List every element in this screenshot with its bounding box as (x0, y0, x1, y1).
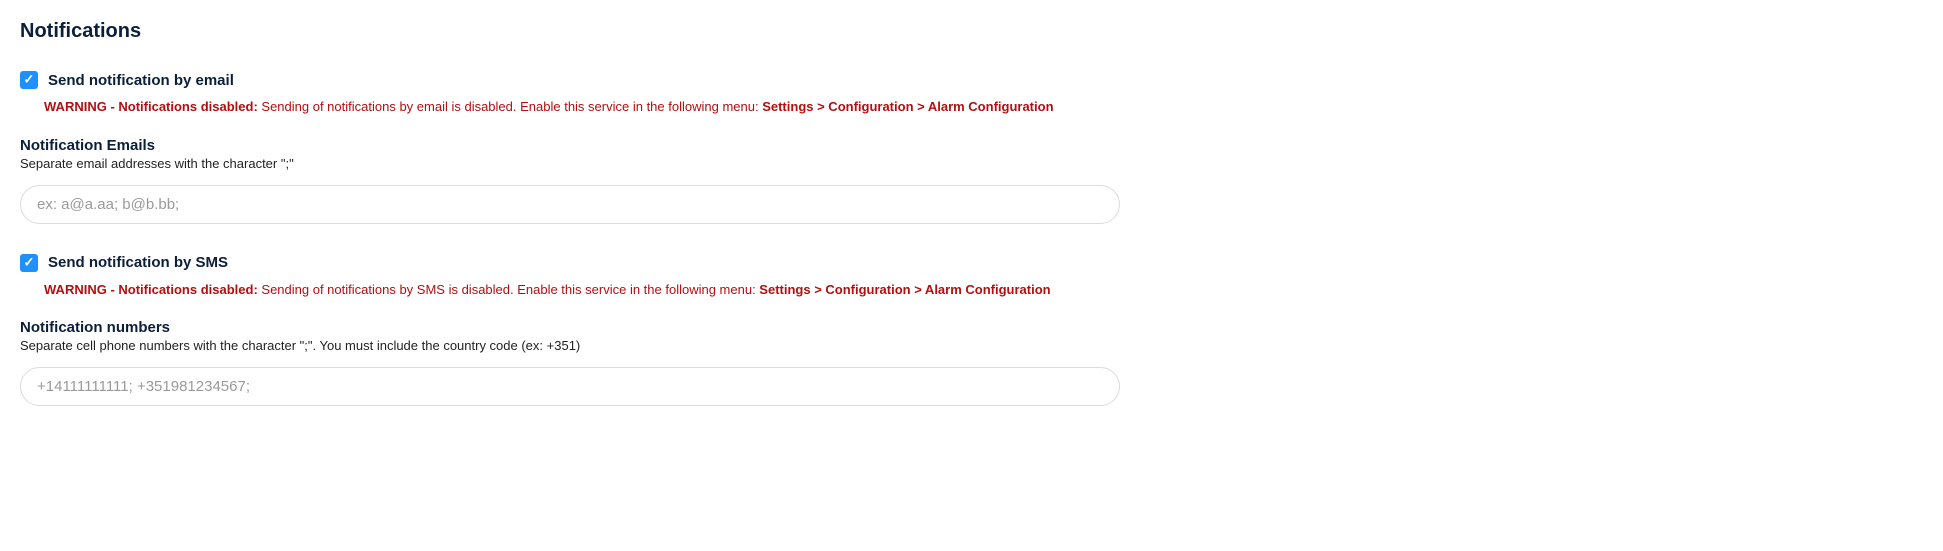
notification-emails-input[interactable] (20, 185, 1120, 224)
page-title: Notifications (20, 20, 1120, 43)
sms-checkbox-row: Send notification by SMS (20, 254, 1120, 272)
sms-warning: WARNING - Notifications disabled: Sendin… (44, 280, 1120, 300)
sms-warning-path: Settings > Configuration > Alarm Configu… (759, 282, 1050, 297)
email-warning-path: Settings > Configuration > Alarm Configu… (762, 99, 1053, 114)
send-sms-label: Send notification by SMS (48, 254, 228, 271)
sms-warning-body: Sending of notifications by SMS is disab… (258, 282, 760, 297)
email-hint: Separate email addresses with the charac… (20, 156, 1120, 171)
email-field-title: Notification Emails (20, 137, 1120, 154)
email-warning-prefix: WARNING - Notifications disabled: (44, 99, 258, 114)
sms-field-title: Notification numbers (20, 319, 1120, 336)
notification-numbers-input[interactable] (20, 367, 1120, 406)
sms-hint: Separate cell phone numbers with the cha… (20, 338, 1120, 353)
send-email-checkbox[interactable] (20, 71, 38, 89)
sms-warning-prefix: WARNING - Notifications disabled: (44, 282, 258, 297)
email-warning: WARNING - Notifications disabled: Sendin… (44, 97, 1120, 117)
email-warning-body: Sending of notifications by email is dis… (258, 99, 762, 114)
send-sms-checkbox[interactable] (20, 254, 38, 272)
email-checkbox-row: Send notification by email (20, 71, 1120, 89)
send-email-label: Send notification by email (48, 72, 234, 89)
